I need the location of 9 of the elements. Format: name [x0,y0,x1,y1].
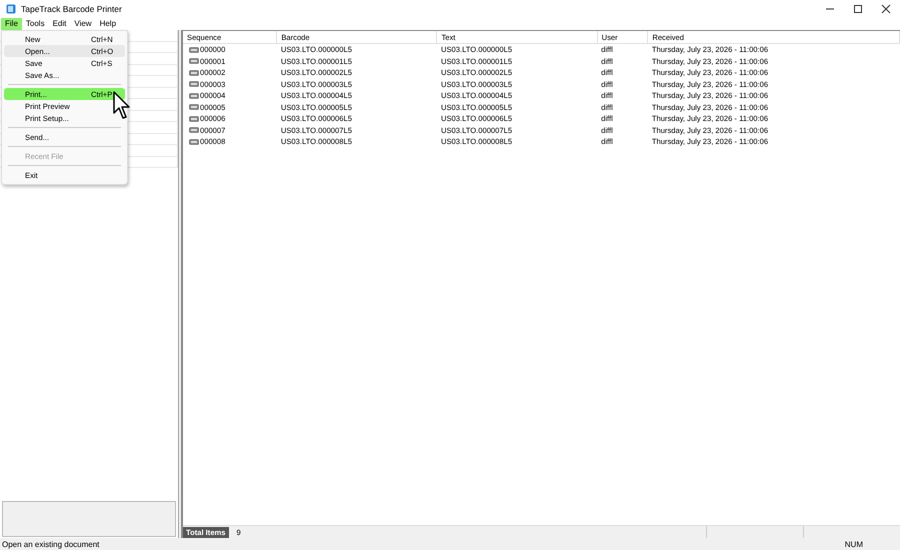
window-title: TapeTrack Barcode Printer [21,4,122,14]
menu-item[interactable]: File [1,18,22,30]
menu-item[interactable]: View [70,18,96,30]
menu-item[interactable]: Help [96,18,120,30]
menu-item[interactable]: Tools [22,18,49,30]
menu-item[interactable]: Edit [48,18,70,30]
app-icon [6,4,16,14]
num-lock-indicator: NUM [844,540,864,548]
status-message: Open an existing document [2,540,100,548]
